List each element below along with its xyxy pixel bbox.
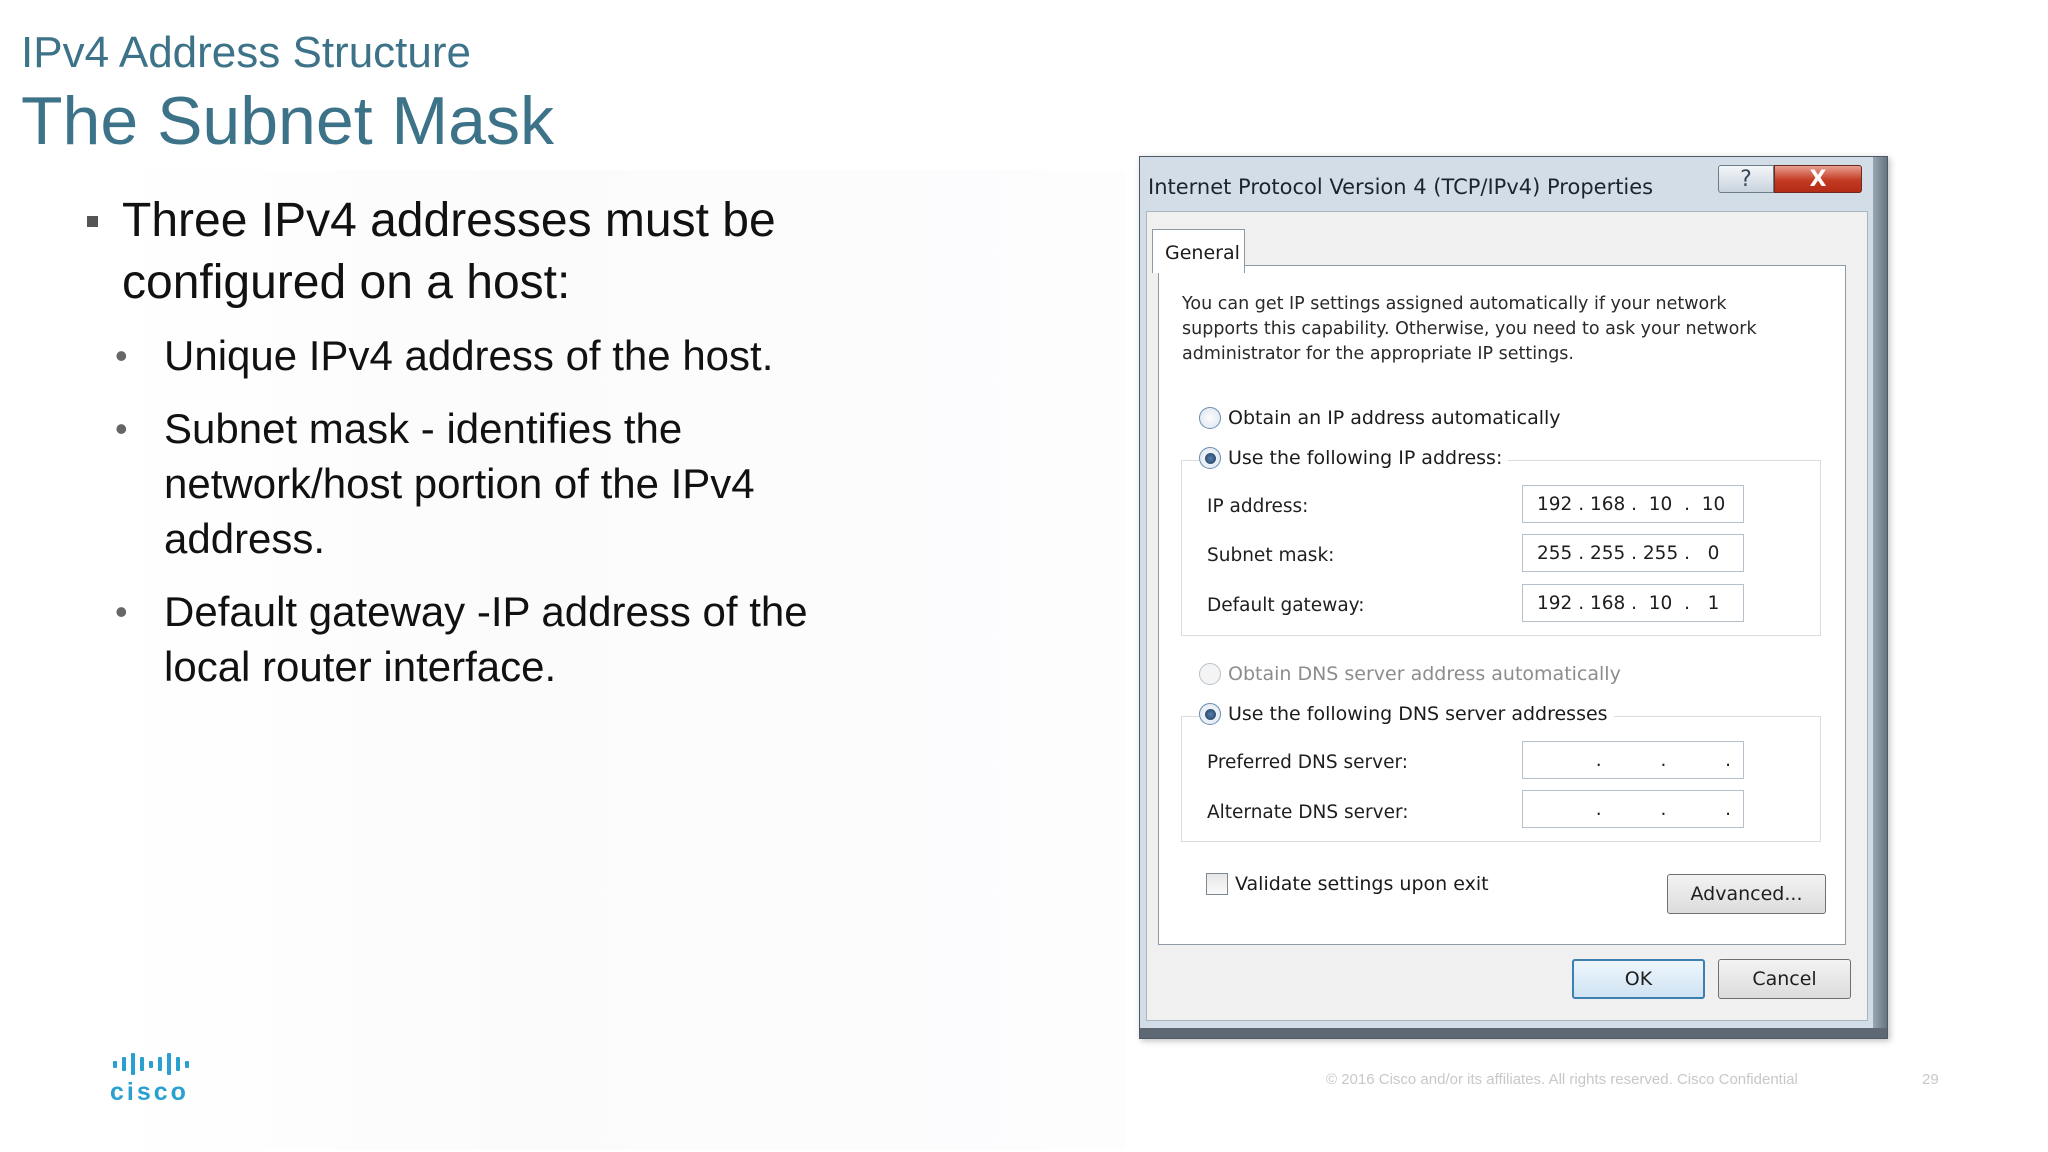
main-bullet: Three IPv4 addresses must be configured … — [84, 190, 884, 314]
dialog-frame-edge — [1873, 157, 1887, 1038]
cisco-wordmark: cisco — [110, 1078, 189, 1106]
main-bullet-text: Three IPv4 addresses must be configured … — [122, 194, 776, 309]
ok-button[interactable]: OK — [1572, 959, 1705, 999]
sub-bullet: • Unique IPv4 address of the host. — [84, 328, 884, 383]
close-icon: X — [1809, 166, 1827, 192]
sub-bullet-text: Default gateway -IP address of the local… — [164, 588, 808, 690]
radio-obtain-ip-auto[interactable]: Obtain an IP address automatically — [1199, 407, 1561, 429]
dot-bullet-icon: • — [115, 591, 128, 632]
cisco-logo: cisco — [110, 1052, 200, 1107]
slide-subtitle: IPv4 Address Structure — [21, 28, 471, 77]
radio-label: Obtain DNS server address automatically — [1228, 663, 1621, 685]
dot-bullet-icon: • — [115, 335, 128, 376]
radio-selected-icon — [1199, 703, 1221, 725]
dialog-frame-bottom — [1140, 1028, 1887, 1038]
subnet-mask-label: Subnet mask: — [1207, 545, 1335, 566]
alternate-dns-label: Alternate DNS server: — [1207, 802, 1409, 823]
radio-obtain-dns-auto[interactable]: Obtain DNS server address automatically — [1199, 663, 1621, 685]
tab-general[interactable]: General — [1152, 229, 1245, 273]
sub-bullet: • Subnet mask - identifies the network/ho… — [84, 401, 884, 566]
radio-circle-icon — [1199, 663, 1221, 685]
cancel-button[interactable]: Cancel — [1718, 959, 1851, 999]
square-bullet-icon — [87, 216, 98, 227]
checkbox-icon — [1206, 873, 1228, 895]
close-button[interactable]: X — [1774, 165, 1862, 193]
alternate-dns-input[interactable]: . . . — [1522, 790, 1744, 828]
page-number: 29 — [1922, 1071, 1939, 1088]
radio-label: Use the following DNS server addresses — [1228, 703, 1608, 725]
preferred-dns-input[interactable]: . . . — [1522, 741, 1744, 779]
general-panel: You can get IP settings assigned automat… — [1158, 265, 1846, 945]
radio-circle-icon — [1199, 407, 1221, 429]
checkbox-label: Validate settings upon exit — [1235, 873, 1489, 895]
sub-bullet: • Default gateway -IP address of the loca… — [84, 584, 884, 694]
sub-bullet-list: • Unique IPv4 address of the host. • Subne… — [84, 328, 884, 694]
help-button[interactable]: ? — [1718, 165, 1774, 193]
sub-bullet-text: Unique IPv4 address of the host. — [164, 332, 774, 379]
ipv4-properties-dialog: Internet Protocol Version 4 (TCP/IPv4) P… — [1139, 156, 1888, 1039]
preferred-dns-label: Preferred DNS server: — [1207, 752, 1408, 773]
ip-address-label: IP address: — [1207, 496, 1309, 517]
radio-use-following-ip[interactable]: Use the following IP address: — [1199, 447, 1509, 469]
validate-settings-checkbox[interactable]: Validate settings upon exit — [1206, 873, 1489, 895]
slide-title: The Subnet Mask — [21, 83, 554, 159]
advanced-button[interactable]: Advanced... — [1667, 874, 1826, 914]
dialog-title: Internet Protocol Version 4 (TCP/IPv4) P… — [1148, 175, 1654, 199]
help-icon: ? — [1740, 166, 1752, 192]
footer-copyright: © 2016 Cisco and/or its affiliates. All … — [1326, 1071, 1798, 1088]
radio-label: Obtain an IP address automatically — [1228, 407, 1561, 429]
radio-selected-icon — [1199, 447, 1221, 469]
cisco-bars-icon — [113, 1052, 200, 1076]
sub-bullet-text: Subnet mask - identifies the network/hos… — [164, 405, 755, 562]
default-gateway-label: Default gateway: — [1207, 595, 1365, 616]
bullet-list: Three IPv4 addresses must be configured … — [84, 190, 884, 712]
default-gateway-input[interactable]: 192 . 168 . 10 . 1 — [1522, 584, 1744, 622]
subnet-mask-input[interactable]: 255 . 255 . 255 . 0 — [1522, 534, 1744, 572]
info-text: You can get IP settings assigned automat… — [1182, 294, 1757, 364]
ip-address-input[interactable]: 192 . 168 . 10 . 10 — [1522, 485, 1744, 523]
dot-bullet-icon: • — [115, 408, 128, 449]
radio-use-following-dns[interactable]: Use the following DNS server addresses — [1199, 703, 1614, 725]
radio-label: Use the following IP address: — [1228, 447, 1503, 469]
